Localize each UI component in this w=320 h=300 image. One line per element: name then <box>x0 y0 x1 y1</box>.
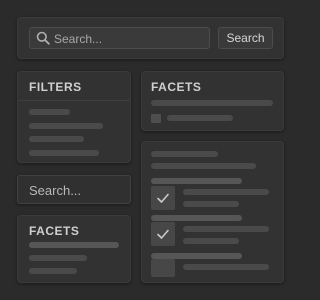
filter-placeholder-line <box>29 136 84 142</box>
search-bar-panel: Search... Search <box>17 17 284 59</box>
filters-panel: FILTERS <box>17 71 131 163</box>
sidebar-search-input[interactable]: Search... <box>17 175 131 204</box>
checkmark-icon <box>157 229 169 239</box>
facet-placeholder-line <box>29 242 119 248</box>
result-item-line <box>183 226 269 232</box>
search-input-placeholder: Search... <box>54 32 103 46</box>
filter-placeholder-line <box>29 109 70 115</box>
checkmark-icon <box>157 193 169 203</box>
result-item-checkbox[interactable] <box>151 259 175 277</box>
result-placeholder-line <box>151 151 218 157</box>
filter-placeholder-line <box>29 150 99 156</box>
facet-checkbox[interactable] <box>151 114 161 123</box>
facet-placeholder-line <box>29 255 87 261</box>
facets-heading: FACETS <box>151 80 202 94</box>
result-item-line <box>183 238 239 244</box>
result-item-line <box>183 264 269 270</box>
result-item-line <box>183 201 239 207</box>
result-item-line <box>183 189 269 195</box>
result-item-title-line <box>151 178 242 184</box>
facets-panel-bottom: FACETS <box>17 215 131 283</box>
search-layout-root: Search... Search FILTERS FACETS Search..… <box>0 0 300 300</box>
facet-placeholder-line <box>151 100 273 106</box>
facets-heading: FACETS <box>29 224 80 238</box>
result-placeholder-line <box>151 163 256 169</box>
facet-placeholder-line <box>167 115 233 121</box>
results-panel <box>141 141 284 283</box>
result-item-checkbox[interactable] <box>151 222 175 246</box>
filters-heading: FILTERS <box>29 80 82 94</box>
sidebar-search-placeholder: Search... <box>29 183 82 198</box>
facet-placeholder-line <box>29 268 77 274</box>
facets-panel-top: FACETS <box>141 71 284 131</box>
search-button[interactable]: Search <box>218 27 273 49</box>
result-item-title-line <box>151 215 242 221</box>
filters-divider <box>18 100 130 101</box>
filter-placeholder-line <box>29 123 103 129</box>
search-icon <box>36 31 50 45</box>
search-input[interactable]: Search... <box>29 27 210 49</box>
result-item-checkbox[interactable] <box>151 186 175 210</box>
